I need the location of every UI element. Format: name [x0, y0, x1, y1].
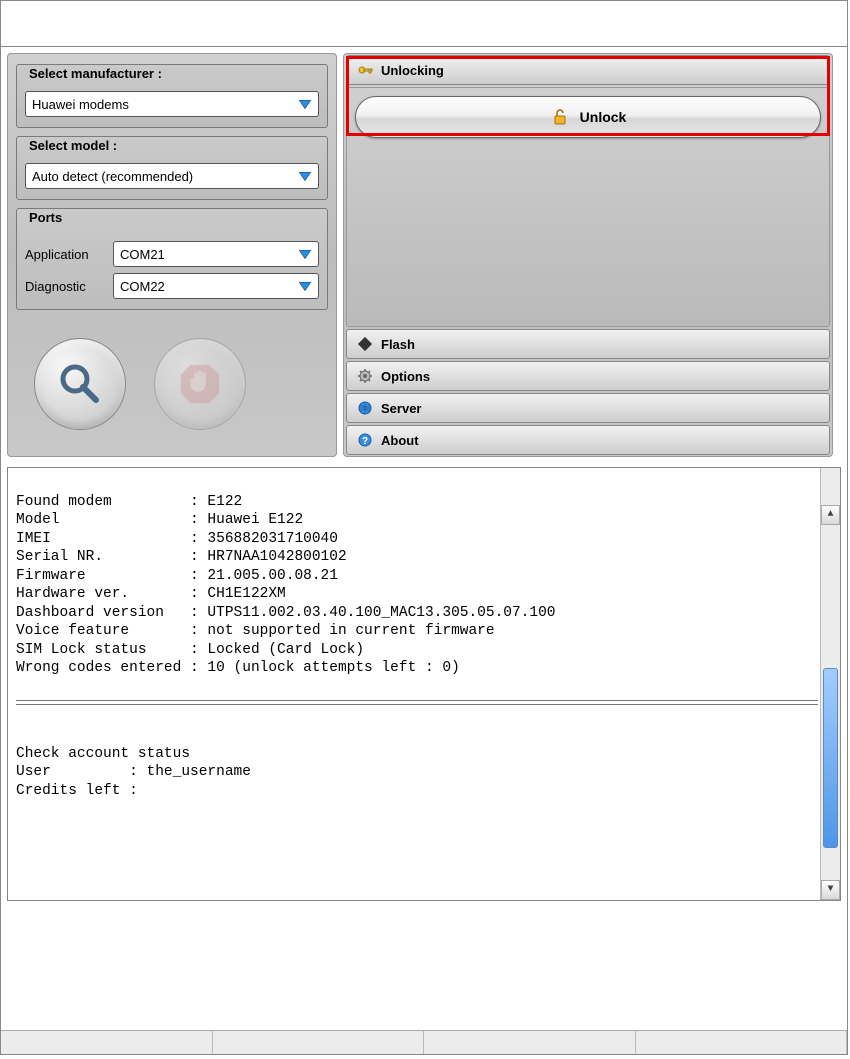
section-options[interactable]: Options — [346, 361, 830, 391]
port-diagnostic-value: COM22 — [120, 279, 296, 294]
scroll-thumb[interactable] — [823, 668, 838, 848]
log-divider — [16, 704, 818, 705]
scrollbar[interactable]: ▲ ▼ — [820, 468, 840, 900]
stop-button — [154, 338, 246, 430]
left-panel: Select manufacturer : Huawei modems Sele… — [7, 53, 337, 457]
model-dropdown[interactable]: Auto detect (recommended) — [25, 163, 319, 189]
section-about[interactable]: ? About — [346, 425, 830, 455]
log-footer: Check account status User : the_username… — [16, 746, 251, 799]
title-bar — [1, 1, 847, 47]
ports-label: Ports — [25, 208, 66, 227]
section-options-label: Options — [381, 369, 430, 384]
magnifier-icon — [56, 360, 104, 408]
section-server-label: Server — [381, 401, 421, 416]
status-cell — [213, 1031, 425, 1054]
right-panel: Unlocking Unlock Flash Options Server — [343, 53, 833, 457]
gear-icon — [357, 368, 373, 384]
unlock-button-label: Unlock — [580, 109, 627, 125]
manufacturer-group: Select manufacturer : Huawei modems — [16, 64, 328, 128]
port-diagnostic-label: Diagnostic — [25, 279, 105, 294]
help-icon: ? — [357, 432, 373, 448]
manufacturer-dropdown[interactable]: Huawei modems — [25, 91, 319, 117]
section-about-label: About — [381, 433, 419, 448]
port-application-value: COM21 — [120, 247, 296, 262]
status-cell — [1, 1031, 213, 1054]
section-flash[interactable]: Flash — [346, 329, 830, 359]
log-divider — [16, 700, 818, 701]
chevron-down-icon — [296, 277, 314, 295]
log-header: Found modem : E122 Model : Huawei E122 I… — [16, 494, 556, 677]
svg-text:?: ? — [362, 436, 368, 447]
scroll-up-button[interactable]: ▲ — [821, 505, 840, 525]
chip-icon — [357, 336, 373, 352]
search-button[interactable] — [34, 338, 126, 430]
status-cell — [424, 1031, 636, 1054]
unlock-button[interactable]: Unlock — [355, 96, 821, 138]
port-application-label: Application — [25, 247, 105, 262]
chevron-down-icon — [296, 95, 314, 113]
globe-icon — [357, 400, 373, 416]
port-application-row: Application COM21 — [25, 241, 319, 267]
section-unlocking-label: Unlocking — [381, 63, 444, 78]
ports-group: Ports Application COM21 Diagnostic COM22 — [16, 208, 328, 310]
model-group: Select model : Auto detect (recommended) — [16, 136, 328, 200]
unlocking-body: Unlock — [346, 87, 830, 327]
section-flash-label: Flash — [381, 337, 415, 352]
main-area: Select manufacturer : Huawei modems Sele… — [1, 47, 847, 463]
section-unlocking[interactable]: Unlocking — [346, 55, 830, 85]
app-window: Select manufacturer : Huawei modems Sele… — [0, 0, 848, 1055]
chevron-down-icon — [296, 245, 314, 263]
model-value: Auto detect (recommended) — [32, 169, 296, 184]
port-diagnostic-row: Diagnostic COM22 — [25, 273, 319, 299]
chevron-down-icon — [296, 167, 314, 185]
manufacturer-label: Select manufacturer : — [25, 64, 166, 83]
status-cell — [636, 1031, 848, 1054]
log-panel: Found modem : E122 Model : Huawei E122 I… — [7, 467, 841, 901]
unlock-icon — [550, 107, 570, 127]
action-buttons — [8, 318, 336, 456]
port-application-dropdown[interactable]: COM21 — [113, 241, 319, 267]
status-bar — [1, 1030, 847, 1054]
section-server[interactable]: Server — [346, 393, 830, 423]
manufacturer-value: Huawei modems — [32, 97, 296, 112]
port-diagnostic-dropdown[interactable]: COM22 — [113, 273, 319, 299]
left-column: Select manufacturer : Huawei modems Sele… — [7, 53, 337, 457]
stop-hand-icon — [177, 361, 223, 407]
scroll-down-button[interactable]: ▼ — [821, 880, 840, 900]
key-icon — [357, 62, 373, 78]
model-label: Select model : — [25, 136, 121, 155]
